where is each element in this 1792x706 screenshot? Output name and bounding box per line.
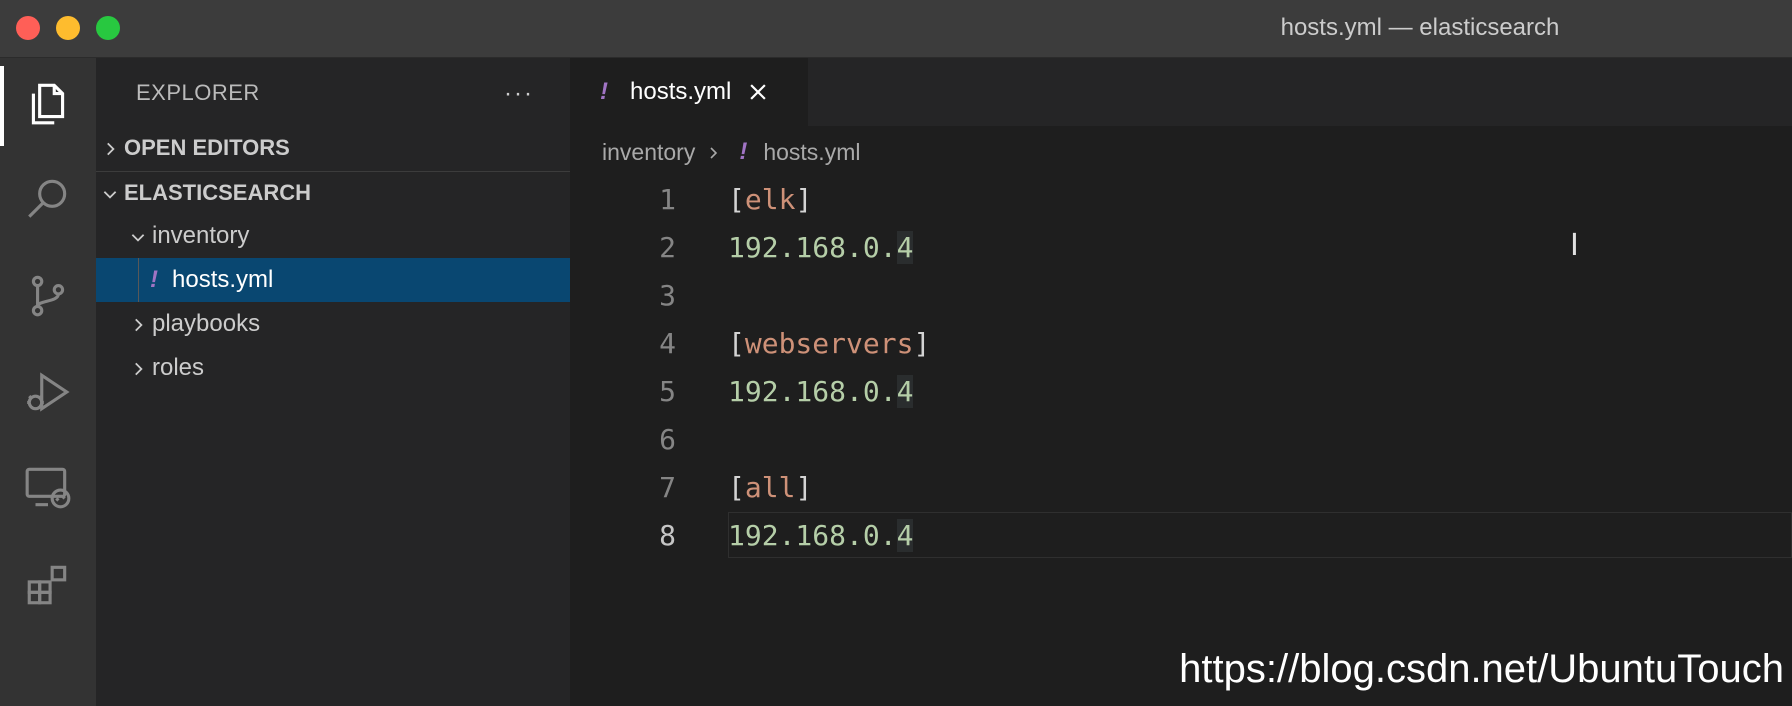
ip-prefix: 192.168.0. [728,231,897,264]
chevron-right-icon [124,310,152,338]
search-icon [23,175,73,230]
chevron-right-icon [124,354,152,382]
breadcrumb: inventory ! hosts.yml [602,134,860,170]
chevron-right-icon [96,135,124,161]
chevron-right-icon [705,139,721,166]
line-number: 7 [659,471,676,504]
workspace-label: ELASTICSEARCH [124,180,312,205]
title-bar: hosts.yml — elasticsearch [0,0,1792,58]
bracket-open: [ [728,471,745,504]
code-line: 3 [570,272,1792,320]
line-number: 5 [659,375,676,408]
bracket-close: ] [913,327,931,360]
explorer-sidebar: EXPLORER ··· OPEN EDITORS ELASTICSEARCH … [96,58,570,706]
tree-item-label: inventory [152,222,250,249]
tree-item-label: roles [152,354,205,381]
ip-suffix: 4 [896,375,914,408]
line-number: 1 [659,183,676,216]
open-editors-section[interactable]: OPEN EDITORS [96,128,570,168]
tree-item-hosts-yml[interactable]: ! hosts.yml [96,258,570,302]
run-debug-activity-button[interactable] [0,346,96,442]
section-divider [96,171,570,172]
code-line: 1 [elk] [570,176,1792,224]
remote-explorer-activity-button[interactable] [0,442,96,538]
open-editors-label: OPEN EDITORS [124,135,290,160]
bracket-close: ] [795,471,813,504]
code-line: 5 192.168.0.4 [570,368,1792,416]
search-activity-button[interactable] [0,154,96,250]
line-number: 6 [659,423,676,456]
bracket-open: [ [728,327,745,360]
line-number: 8 [659,519,676,552]
tree-item-label: hosts.yml [172,266,274,293]
line-text: 192.168.0.4 [728,512,914,560]
line-number: 2 [659,231,676,264]
bracket-close: ] [795,183,813,216]
tab-label: hosts.yml [630,78,732,105]
explorer-activity-button[interactable] [0,58,96,154]
workspace-section[interactable]: ELASTICSEARCH [96,173,570,213]
code-line: 6 [570,416,1792,464]
line-number: 3 [659,279,676,312]
activity-bar [0,58,96,706]
tab-bar: ! hosts.yml [570,58,1792,126]
tree-item-inventory[interactable]: inventory [96,214,570,258]
line-text: [webservers] [728,320,930,368]
ip-prefix: 192.168.0. [728,375,897,408]
editor-area: ! hosts.yml inventory ! hosts.yml 1 [elk… [570,58,1792,706]
close-window-button[interactable] [16,16,40,40]
yaml-file-icon: ! [739,138,748,165]
yaml-file-icon: ! [600,78,608,105]
ip-prefix: 192.168.0. [728,519,897,552]
yaml-file-icon: ! [150,266,158,293]
window-title: hosts.yml — elasticsearch [1280,14,1560,41]
line-text: 192.168.0.4 [728,368,914,416]
code-line: 2 192.168.0.4 [570,224,1792,272]
more-actions-icon[interactable]: ··· [504,80,534,108]
ip-suffix: 4 [896,231,914,264]
minimize-window-button[interactable] [56,16,80,40]
explorer-title: EXPLORER [136,80,260,105]
maximize-window-button[interactable] [96,16,120,40]
source-control-activity-button[interactable] [0,250,96,346]
line-text: [all] [728,464,812,512]
files-icon [23,79,73,134]
indent-guide [138,258,139,302]
ip-suffix: 4 [896,519,914,552]
source-control-icon [23,271,73,326]
bracket-open: [ [728,183,745,216]
tab-hosts-yml[interactable]: ! hosts.yml [570,58,808,126]
group-name: elk [744,183,796,216]
group-name: all [744,471,796,504]
line-text: 192.168.0.4 [728,224,914,272]
group-name: webservers [744,327,914,360]
watermark: https://blog.csdn.net/UbuntuTouch [1179,647,1784,691]
line-number: 4 [659,327,676,360]
chevron-down-icon [96,180,124,206]
tree-item-roles[interactable]: roles [96,346,570,390]
tree-item-label: playbooks [152,310,261,337]
line-text: [elk] [728,176,812,224]
tree-item-playbooks[interactable]: playbooks [96,302,570,346]
chevron-down-icon [124,222,152,250]
extensions-activity-button[interactable] [0,538,96,634]
breadcrumb-folder[interactable]: inventory [602,139,695,166]
extensions-icon [23,559,73,614]
code-line-current: 8 192.168.0.4 [570,512,1792,560]
mouse-ibeam-cursor-icon: I [1570,228,1579,263]
code-line: 7 [all] [570,464,1792,512]
run-debug-icon [23,367,73,422]
close-icon[interactable] [747,81,769,103]
code-editor[interactable]: 1 [elk] 2 192.168.0.4 3 4 [webservers] 5… [570,176,1792,560]
remote-explorer-icon [23,463,73,518]
code-line: 4 [webservers] [570,320,1792,368]
breadcrumb-file[interactable]: hosts.yml [763,139,860,166]
